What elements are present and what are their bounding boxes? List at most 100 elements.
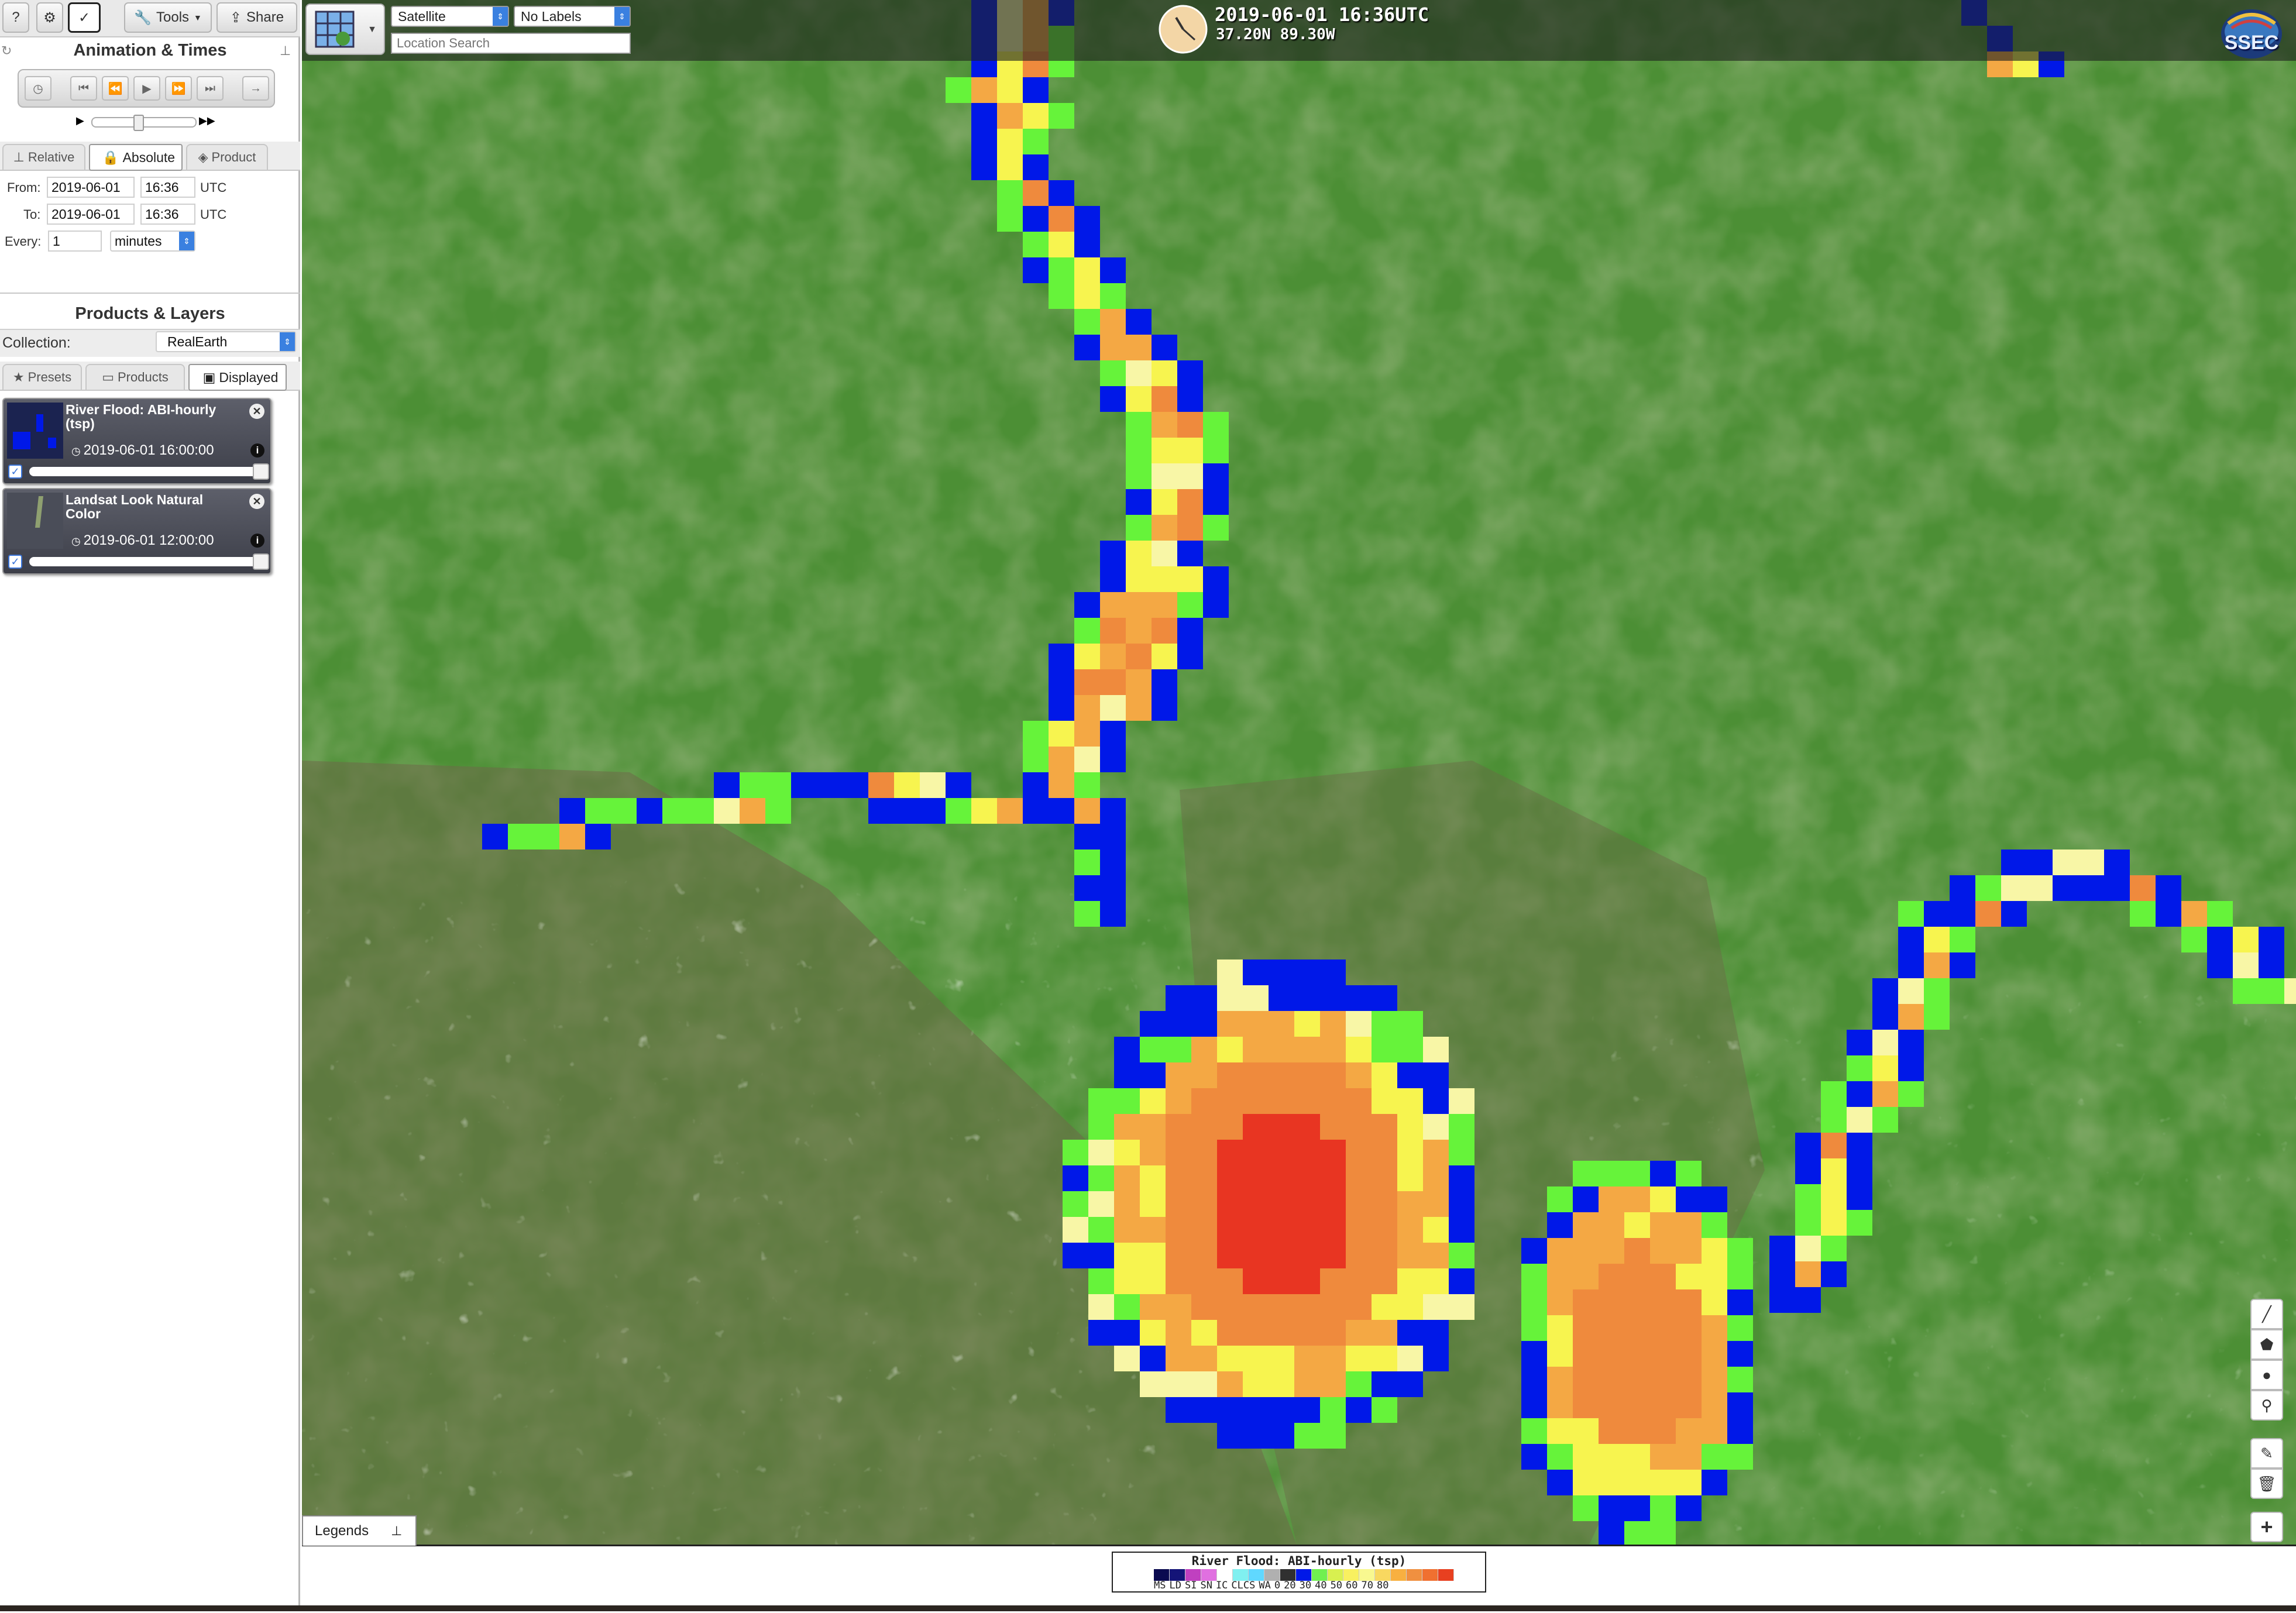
tab-products[interactable]: ▭ Products [85,364,185,390]
play-button[interactable]: ▶ [133,76,160,101]
flood-pixel [1191,1140,1217,1165]
location-search-input[interactable] [391,33,631,54]
flood-pixel [1269,1191,1294,1217]
settings-button[interactable]: ⚙ [36,2,63,33]
speed-slider[interactable] [91,115,197,131]
flood-pixel [1114,1165,1140,1191]
basemap-select[interactable]: Satellite ⇕ [391,6,509,27]
legends-tab[interactable]: Legends ⊥ [302,1515,417,1546]
flood-pixel [1397,1165,1423,1191]
flood-pixel [1769,1261,1795,1287]
tab-absolute[interactable]: 🔒 Absolute [89,144,183,171]
share-icon: ⇪ [229,9,242,26]
layer-card[interactable]: Landsat Look Natural Color ✕ ◷ 2019-06-0… [2,488,271,575]
flood-pixel [1114,1140,1140,1165]
speed-slider-knob[interactable] [133,115,144,131]
flood-pixel [1650,1315,1676,1341]
opacity-slider-knob[interactable] [253,553,269,570]
pin-icon[interactable]: ⊥ [391,1523,402,1539]
zoom-in-button[interactable]: + [2250,1512,2283,1542]
last-frame-button[interactable]: ⏭ [197,76,224,101]
from-date-input[interactable]: 2019-06-01 [47,177,135,198]
step-forward-button[interactable]: ⏩ [165,76,192,101]
flood-pixel [1727,1289,1753,1315]
select-arrow-icon: ⇕ [493,7,508,26]
flood-pixel [971,129,997,154]
every-unit-select[interactable]: minutes ⇕ [110,231,195,252]
flood-pixel [1702,1289,1727,1315]
flood-pixel [1547,1264,1573,1289]
tab-relative[interactable]: ⊥ Relative [2,144,85,170]
labels-select[interactable]: No Labels ⇕ [514,6,631,27]
from-tz-label: UTC [200,180,227,195]
flood-pixel [1975,901,2001,927]
flood-pixel [1950,875,1975,901]
opacity-slider-knob[interactable] [253,463,269,480]
close-icon[interactable]: ✕ [249,494,264,509]
to-time-input[interactable]: 16:36 [140,204,195,225]
flood-pixel [1177,386,1203,412]
flood-pixel [1243,1165,1269,1191]
legend-swatch [1375,1569,1391,1581]
flood-pixel [1727,1341,1753,1367]
check-button[interactable]: ✓ [68,2,101,33]
to-date-input[interactable]: 2019-06-01 [47,204,135,225]
flood-pixel [2233,927,2259,952]
flood-pixel [1269,1397,1294,1423]
edit-button[interactable]: ✎ [2250,1438,2283,1468]
opacity-slider[interactable] [29,467,263,476]
flood-pixel [1152,695,1177,721]
layer-visible-checkbox[interactable]: ✓ [8,465,22,479]
info-icon[interactable]: i [250,443,264,458]
edit-icon: ✎ [2260,1444,2273,1462]
info-icon[interactable]: i [250,534,264,548]
flood-pixel [1088,1140,1114,1165]
draw-circle-button[interactable]: ● [2250,1360,2283,1390]
grid-menu-button[interactable]: ▼ [305,4,385,55]
layer-card[interactable]: River Flood: ABI-hourly (tsp) ✕ ◷ 2019-0… [2,398,271,484]
flood-pixel [1166,1243,1191,1268]
flood-pixel [1702,1238,1727,1264]
share-button[interactable]: ⇪ Share [216,2,297,33]
flood-pixel [1320,1165,1346,1191]
step-back-button[interactable]: ⏪ [102,76,129,101]
flood-pixel [1177,515,1203,541]
flood-pixel [1166,1037,1191,1062]
flood-pixel [1924,901,1950,927]
flood-pixel [1676,1289,1702,1315]
flood-pixel [1702,1212,1727,1238]
pin-icon[interactable]: ⊥ [280,43,291,59]
collection-select[interactable]: RealEarth ⇕ [156,331,296,352]
flood-pixel [1217,1062,1243,1088]
first-frame-button[interactable]: ⏮ [70,76,97,101]
loop-button[interactable]: → [242,76,269,101]
flood-pixel [714,798,740,824]
tools-button[interactable]: 🔧 Tools ▼ [124,2,212,33]
flood-pixel [1243,1397,1269,1423]
tab-presets[interactable]: ★ Presets [2,364,82,390]
flood-pixel [1702,1341,1727,1367]
from-time-input[interactable]: 16:36 [140,177,195,198]
flood-pixel [1074,257,1100,283]
map-canvas[interactable] [302,0,2296,1545]
every-input[interactable]: 1 [48,231,102,252]
flood-pixel [1074,309,1100,335]
tab-product[interactable]: ◈ Product [186,144,268,170]
flood-pixel [1346,1397,1372,1423]
layer-visible-checkbox[interactable]: ✓ [8,555,22,569]
to-label: To: [23,207,41,222]
flood-pixel [1294,1011,1320,1037]
flood-pixel [1847,1030,1872,1055]
flood-pixel [1166,1397,1191,1423]
draw-marker-button[interactable]: ⚲ [2250,1390,2283,1421]
tab-displayed[interactable]: ▣ Displayed [188,364,287,391]
draw-line-button[interactable]: ╱ [2250,1299,2283,1329]
opacity-slider[interactable] [29,557,263,566]
draw-polygon-button[interactable]: ⬟ [2250,1329,2283,1360]
flood-pixel [1449,1217,1474,1243]
close-icon[interactable]: ✕ [249,404,264,419]
delete-button[interactable]: 🗑 [2250,1468,2283,1499]
help-button[interactable]: ? [2,2,29,33]
clock-button[interactable]: ◷ [25,76,51,101]
flood-pixel [1269,1114,1294,1140]
